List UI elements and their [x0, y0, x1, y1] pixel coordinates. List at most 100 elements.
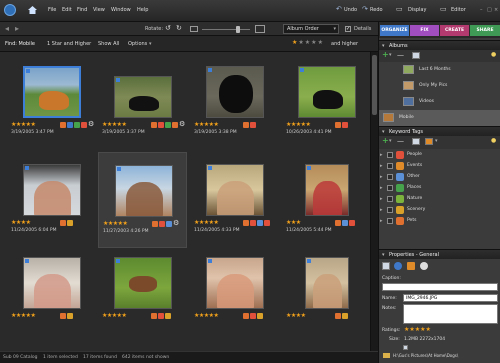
photo-thumbnail[interactable] — [114, 165, 173, 217]
expand-triangle-icon[interactable]: ▸ — [380, 172, 383, 182]
keyword-tag-icon[interactable] — [158, 313, 164, 319]
photo-rating-stars[interactable]: ★★★★★ — [194, 121, 219, 128]
expand-triangle-icon[interactable]: ▸ — [380, 205, 383, 215]
keyword-tag-icon[interactable] — [67, 220, 73, 226]
photo-cell[interactable]: ★★★★ 11/24/2005 6:04 PM — [7, 152, 96, 248]
keyword-checkbox[interactable] — [387, 174, 393, 180]
zoom-slider-thumb[interactable] — [236, 26, 240, 33]
keyword-tag-icon[interactable] — [60, 220, 66, 226]
photo-cell[interactable]: ★★★★★ ⚙ 3/19/2005 3:47 PM — [7, 54, 96, 150]
keyword-tag-icon[interactable] — [158, 122, 164, 128]
albums-panel-header[interactable]: ▾ Albums — [379, 40, 500, 50]
back-arrow-icon[interactable]: ◂ — [5, 24, 9, 33]
edit-album-icon[interactable] — [412, 52, 420, 59]
photo-cell[interactable]: ★★★ 11/24/2005 5:44 PM — [282, 152, 370, 248]
filter-star-5[interactable]: ★ — [318, 39, 324, 46]
keyword-tag-icon[interactable] — [257, 220, 263, 226]
keyword-tag-icon[interactable] — [172, 122, 178, 128]
add-album-icon[interactable]: + — [382, 50, 389, 59]
keyword-checkbox[interactable] — [387, 152, 393, 158]
add-chevron-icon[interactable]: ▾ — [389, 52, 392, 58]
album-item[interactable]: Last 6 Months — [379, 62, 500, 78]
photo-cell[interactable]: ★★★★★ 3/19/2005 3:38 PM — [190, 54, 279, 150]
zoom-slider[interactable] — [202, 29, 250, 30]
expand-triangle-icon[interactable]: ▸ — [380, 194, 383, 204]
photo-cell[interactable]: ★★★★★ ⚙ 11/27/2003 4:26 PM — [98, 152, 187, 248]
window-minimize-icon[interactable]: – — [480, 7, 483, 13]
menu-file[interactable]: File — [48, 7, 56, 13]
keyword-item[interactable]: ▸ Places — [380, 183, 499, 193]
editor-button[interactable]: Editor — [451, 7, 466, 13]
keyword-tag-icon[interactable] — [151, 313, 157, 319]
photo-rating-stars[interactable]: ★★★★ — [286, 312, 306, 319]
window-close-icon[interactable]: × — [494, 7, 498, 13]
ratings-stars[interactable]: ★★★★★ — [404, 326, 431, 333]
keyword-tag-icon[interactable] — [243, 313, 249, 319]
photo-thumbnail[interactable] — [304, 257, 349, 309]
keyword-tag-icon[interactable] — [60, 313, 66, 319]
details-checkbox[interactable]: ✓ — [345, 26, 351, 32]
redo-icon[interactable]: ↷ — [362, 5, 368, 13]
album-item[interactable]: Only My Pics — [379, 78, 500, 94]
lightbulb-icon[interactable]: ● — [491, 51, 496, 58]
keyword-checkbox[interactable] — [387, 163, 393, 169]
menu-view[interactable]: View — [93, 7, 105, 13]
properties-panel-header[interactable]: ▾ Properties - General — [379, 249, 500, 259]
keyword-item[interactable]: ▸ Events — [380, 161, 499, 171]
folder-icon[interactable] — [383, 353, 390, 358]
gear-icon[interactable]: ⚙ — [179, 120, 185, 128]
photo-thumbnail[interactable] — [113, 257, 172, 309]
keyword-tag-icon[interactable] — [349, 220, 355, 226]
album-item[interactable]: Mobile — [379, 110, 500, 126]
photo-thumbnail[interactable] — [205, 164, 264, 216]
redo-button[interactable]: Redo — [370, 7, 383, 13]
keyword-item[interactable]: ▸ Scenery — [380, 205, 499, 215]
delete-album-icon[interactable]: — — [397, 51, 404, 59]
gear-icon[interactable]: ⚙ — [173, 219, 179, 227]
keyword-tag-icon[interactable] — [250, 313, 256, 319]
keyword-tag-icon[interactable] — [165, 313, 171, 319]
keyword-checkbox[interactable] — [387, 207, 393, 213]
photo-thumbnail[interactable] — [22, 66, 81, 118]
lightbulb-icon[interactable]: ● — [491, 137, 496, 144]
edit-keyword-icon[interactable] — [412, 138, 420, 145]
menu-window[interactable]: Window — [111, 7, 131, 13]
keyword-tag-icon[interactable] — [67, 313, 73, 319]
gear-icon[interactable]: ⚙ — [88, 120, 94, 128]
tags-tab-icon[interactable] — [394, 262, 402, 270]
keyword-tag-icon[interactable] — [257, 313, 263, 319]
keyword-tag-icon[interactable] — [264, 220, 270, 226]
undo-icon[interactable]: ↶ — [336, 5, 342, 13]
scrollbar-thumb[interactable] — [372, 55, 377, 115]
large-thumb-icon[interactable] — [255, 25, 265, 33]
photo-cell[interactable]: ★★★★★ 11/24/2005 4:33 PM — [190, 152, 279, 248]
photo-rating-stars[interactable]: ★★★★ — [11, 219, 31, 226]
expand-triangle-icon[interactable]: ▸ — [380, 216, 383, 226]
photo-rating-stars[interactable]: ★★★★★ — [194, 219, 219, 226]
photo-rating-stars[interactable]: ★★★ — [286, 219, 301, 226]
keyword-tag-icon[interactable] — [250, 122, 256, 128]
photo-rating-stars[interactable]: ★★★★★ — [11, 121, 36, 128]
keyword-item[interactable]: ▸ Other — [380, 172, 499, 182]
photo-rating-stars[interactable]: ★★★★★ — [102, 121, 127, 128]
window-maximize-icon[interactable]: □ — [487, 7, 492, 13]
rating-filter-stars[interactable]: ★★★★★ — [292, 39, 324, 46]
keyword-tag-icon[interactable] — [166, 221, 172, 227]
delete-keyword-icon[interactable]: — — [397, 137, 404, 145]
tab-fix[interactable]: FIX — [410, 25, 439, 36]
undo-button[interactable]: Undo — [344, 7, 357, 13]
tab-create[interactable]: CREATE — [440, 25, 469, 36]
keyword-tag-icon[interactable] — [250, 220, 256, 226]
menu-help[interactable]: Help — [137, 7, 148, 13]
photo-thumbnail[interactable] — [22, 164, 81, 216]
rotate-right-icon[interactable]: ↻ — [176, 24, 182, 32]
show-all-button[interactable]: Show All — [98, 41, 119, 47]
notes-field[interactable] — [403, 304, 498, 324]
album-item[interactable]: Videos — [379, 94, 500, 110]
photo-rating-stars[interactable]: ★★★★★ — [286, 121, 311, 128]
photo-cell[interactable]: ★★★★★ ⚙ 3/19/2005 3:37 PM — [98, 54, 187, 150]
photo-cell[interactable]: ★★★★★ — [190, 245, 279, 341]
keyword-tag-icon[interactable] — [243, 220, 249, 226]
keyword-checkbox[interactable] — [387, 196, 393, 202]
photo-thumbnail[interactable] — [205, 257, 264, 309]
